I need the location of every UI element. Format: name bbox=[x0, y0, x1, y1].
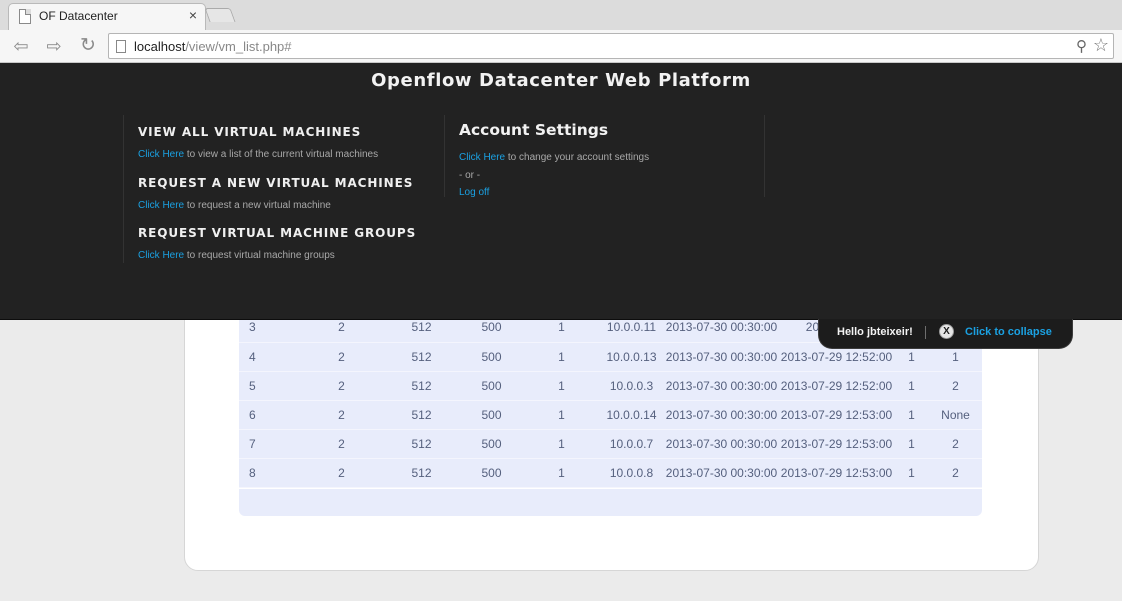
table-cell: 2013-07-29 12:52:00 bbox=[779, 371, 894, 401]
view-vms-heading: VIEW ALL VIRTUAL MACHINES bbox=[138, 125, 362, 139]
table-cell: 2013-07-30 00:30:00 bbox=[664, 371, 779, 401]
view-vms-line: Click Here to view a list of the current… bbox=[138, 149, 378, 160]
vm-menu-column: VIEW ALL VIRTUAL MACHINES Click Here to … bbox=[123, 115, 444, 263]
hello-user-text: Hello jbteixeir! bbox=[837, 326, 913, 338]
table-cell: 1 bbox=[524, 342, 599, 372]
table-cell: 10.0.0.7 bbox=[599, 429, 664, 459]
table-footer bbox=[239, 489, 982, 516]
logoff-line: Log off bbox=[459, 187, 489, 198]
request-vm-line: Click Here to request a new virtual mach… bbox=[138, 200, 331, 211]
table-cell: 2 bbox=[299, 342, 384, 372]
table-cell: 1 bbox=[894, 429, 929, 459]
address-bar[interactable]: localhost/view/vm_list.php# ⚲ ☆ bbox=[108, 33, 1114, 59]
table-cell: 500 bbox=[459, 371, 524, 401]
table-cell: 1 bbox=[524, 458, 599, 488]
login-tab: Hello jbteixeir! X Click to collapse bbox=[818, 319, 1073, 349]
table-cell: 2013-07-29 12:53:00 bbox=[779, 429, 894, 459]
table-cell: 512 bbox=[384, 458, 459, 488]
account-settings-heading: Account Settings bbox=[459, 121, 609, 139]
table-cell: 512 bbox=[384, 400, 459, 430]
login-divider bbox=[925, 326, 926, 339]
table-cell: 10.0.0.8 bbox=[599, 458, 664, 488]
logoff-link[interactable]: Log off bbox=[459, 187, 489, 198]
table-cell: 500 bbox=[459, 342, 524, 372]
account-settings-text: to change your account settings bbox=[505, 152, 650, 163]
browser-toolbar: ⇦ ⇨ ↻ localhost/view/vm_list.php# ⚲ ☆ bbox=[0, 30, 1122, 63]
table-row: 6 2 512 500 1 10.0.0.14 2013-07-30 00:30:00 201… bbox=[239, 400, 982, 430]
table-cell: 512 bbox=[384, 342, 459, 372]
table-cell: 1 bbox=[524, 429, 599, 459]
table-cell: 500 bbox=[459, 400, 524, 430]
table-cell: 500 bbox=[459, 429, 524, 459]
close-icon[interactable]: X bbox=[939, 324, 954, 339]
table-cell: 1 bbox=[524, 400, 599, 430]
star-icon[interactable]: ☆ bbox=[1093, 35, 1109, 56]
table-cell: 1 bbox=[894, 458, 929, 488]
new-tab-button[interactable] bbox=[204, 8, 236, 22]
table-row: 8 2 512 500 1 10.0.0.8 2013-07-30 00:30:00 2013… bbox=[239, 458, 982, 488]
table-cell: 6 bbox=[239, 400, 299, 430]
table-cell: 512 bbox=[384, 371, 459, 401]
table-cell: 10.0.0.14 bbox=[599, 400, 664, 430]
table-cell: 10.0.0.13 bbox=[599, 342, 664, 372]
account-column: Account Settings Click Here to change yo… bbox=[444, 115, 765, 198]
collapse-link[interactable]: Click to collapse bbox=[965, 326, 1052, 338]
table-cell: 7 bbox=[239, 429, 299, 459]
table-cell: 10.0.0.3 bbox=[599, 371, 664, 401]
table-cell: 1 bbox=[524, 371, 599, 401]
navigation-panel: Openflow Datacenter Web Platform VIEW AL… bbox=[0, 63, 1122, 320]
table-cell: 2013-07-30 00:30:00 bbox=[664, 458, 779, 488]
url-host: localhost bbox=[134, 39, 186, 54]
request-groups-link[interactable]: Click Here bbox=[138, 250, 184, 261]
table-cell: 2 bbox=[299, 400, 384, 430]
tab-close-icon[interactable]: × bbox=[189, 7, 197, 23]
table-cell: 1 bbox=[894, 400, 929, 430]
table-cell: 512 bbox=[384, 429, 459, 459]
request-groups-heading: REQUEST VIRTUAL MACHINE GROUPS bbox=[138, 226, 417, 240]
tab-title: OF Datacenter bbox=[39, 9, 118, 23]
view-vms-link[interactable]: Click Here bbox=[138, 149, 184, 160]
account-settings-link[interactable]: Click Here bbox=[459, 152, 505, 163]
table-cell: 2013-07-30 00:30:00 bbox=[664, 342, 779, 372]
back-arrow-icon[interactable]: ⇦ bbox=[8, 34, 34, 58]
table-cell: 4 bbox=[239, 342, 299, 372]
reload-icon[interactable]: ↻ bbox=[75, 34, 101, 58]
table-cell: 2 bbox=[929, 458, 982, 488]
browser-tab-strip: OF Datacenter × bbox=[0, 0, 1122, 30]
table-cell: 2 bbox=[929, 429, 982, 459]
view-vms-text: to view a list of the current virtual ma… bbox=[184, 149, 379, 160]
request-groups-line: Click Here to request virtual machine gr… bbox=[138, 250, 335, 261]
table-cell: 2 bbox=[929, 371, 982, 401]
page-body: 32512500110.0.0.112013-07-30 00:30:00201… bbox=[0, 63, 1122, 601]
page-icon bbox=[116, 40, 126, 53]
table-row: 5 2 512 500 1 10.0.0.3 2013-07-30 00:30:00 2013… bbox=[239, 371, 982, 401]
browser-tab[interactable]: OF Datacenter × bbox=[8, 3, 206, 30]
account-settings-line: Click Here to change your account settin… bbox=[459, 152, 649, 163]
table-cell: 2013-07-29 12:53:00 bbox=[779, 400, 894, 430]
request-vm-text: to request a new virtual machine bbox=[184, 200, 331, 211]
table-cell: 5 bbox=[239, 371, 299, 401]
table-cell: 2 bbox=[299, 429, 384, 459]
request-vm-link[interactable]: Click Here bbox=[138, 200, 184, 211]
table-cell: 2013-07-30 00:30:00 bbox=[664, 400, 779, 430]
table-cell: 500 bbox=[459, 458, 524, 488]
table-cell: 2013-07-30 00:30:00 bbox=[664, 429, 779, 459]
table-cell: 2013-07-29 12:53:00 bbox=[779, 458, 894, 488]
table-cell: 2 bbox=[299, 458, 384, 488]
table-cell: 1 bbox=[894, 371, 929, 401]
table-cell: 8 bbox=[239, 458, 299, 488]
platform-title: Openflow Datacenter Web Platform bbox=[371, 70, 751, 91]
or-separator: - or - bbox=[459, 170, 481, 181]
table-row: 7 2 512 500 1 10.0.0.7 2013-07-30 00:30:00 2013… bbox=[239, 429, 982, 459]
table-cell: None bbox=[929, 400, 982, 430]
table-cell: 2 bbox=[299, 371, 384, 401]
request-vm-heading: REQUEST A NEW VIRTUAL MACHINES bbox=[138, 176, 414, 190]
forward-arrow-icon[interactable]: ⇨ bbox=[41, 34, 67, 58]
page-favicon-icon bbox=[19, 9, 31, 24]
url-path: /view/vm_list.php# bbox=[185, 39, 292, 54]
magnifier-icon[interactable]: ⚲ bbox=[1076, 37, 1087, 55]
url-text: localhost/view/vm_list.php# bbox=[134, 39, 292, 54]
request-groups-text: to request virtual machine groups bbox=[184, 250, 335, 261]
